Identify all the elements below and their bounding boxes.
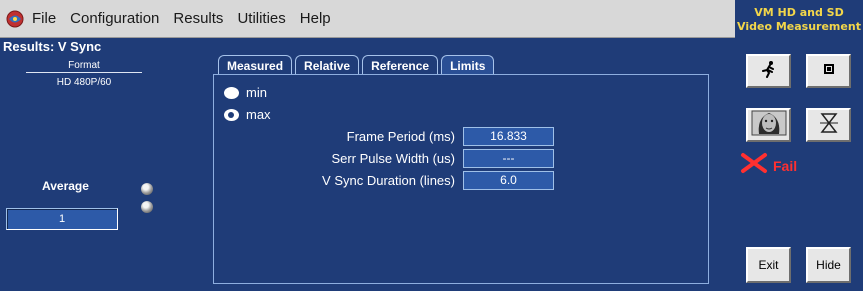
face-image-icon xyxy=(751,110,787,141)
tab-measured[interactable]: Measured xyxy=(218,55,293,75)
limit-option-min[interactable]: min xyxy=(224,85,267,100)
field-row-frame-period: Frame Period (ms) 16.833 xyxy=(214,126,554,146)
field-row-serr-pulse: Serr Pulse Width (us) --- xyxy=(214,148,554,168)
limits-panel: min max Frame Period (ms) 16.833 Serr Pu… xyxy=(213,74,709,284)
average-radio-off[interactable] xyxy=(141,201,153,213)
menu-utilities[interactable]: Utilities xyxy=(230,10,292,27)
tab-relative[interactable]: Relative xyxy=(295,55,360,75)
hourglass-button[interactable] xyxy=(806,108,851,142)
serr-pulse-width-label: Serr Pulse Width (us) xyxy=(331,150,455,166)
limit-option-max[interactable]: max xyxy=(224,107,271,122)
frame-period-value: 16.833 xyxy=(463,126,554,146)
average-label: Average xyxy=(42,179,89,193)
stop-button[interactable] xyxy=(806,54,851,88)
hourglass-icon xyxy=(817,111,841,140)
stop-icon xyxy=(822,62,836,81)
vsync-duration-label: V Sync Duration (lines) xyxy=(322,172,455,188)
menu-results[interactable]: Results xyxy=(166,10,230,27)
exit-button[interactable]: Exit xyxy=(746,247,791,283)
vsync-duration-value: 6.0 xyxy=(463,170,554,190)
app-logo-icon[interactable] xyxy=(4,8,26,30)
menu-help[interactable]: Help xyxy=(293,10,338,27)
app-brand-title: VM HD and SD Video Measurement xyxy=(735,0,863,40)
average-radio-on[interactable] xyxy=(141,183,153,195)
max-radio[interactable] xyxy=(224,108,239,121)
fail-x-icon xyxy=(740,152,768,179)
status-text: Fail xyxy=(773,157,798,174)
average-count-field[interactable]: 1 xyxy=(6,208,118,230)
status-indicator: Fail xyxy=(740,152,797,179)
format-label: Format xyxy=(26,60,142,73)
brand-line-1: VM HD and SD xyxy=(754,6,844,19)
field-row-vsync-duration: V Sync Duration (lines) 6.0 xyxy=(214,170,554,190)
run-button[interactable] xyxy=(746,54,791,88)
max-label: max xyxy=(246,107,271,122)
results-title: Results: V Sync xyxy=(3,39,102,54)
menu-configuration[interactable]: Configuration xyxy=(63,10,166,27)
left-panel: Results: V Sync Format HD 480P/60 Averag… xyxy=(0,38,207,291)
tab-reference[interactable]: Reference xyxy=(362,55,439,75)
min-radio[interactable] xyxy=(224,86,239,99)
right-control-panel: Fail Exit Hide xyxy=(735,40,863,291)
picture-button[interactable] xyxy=(746,108,791,142)
tab-limits[interactable]: Limits xyxy=(441,55,495,75)
hide-button[interactable]: Hide xyxy=(806,247,851,283)
menu-bar: File Configuration Results Utilities Hel… xyxy=(0,0,735,38)
brand-line-2: Video Measurement xyxy=(737,20,861,33)
results-tabs: Measured Relative Reference Limits xyxy=(218,55,497,75)
running-man-icon xyxy=(760,60,778,83)
min-label: min xyxy=(246,85,267,100)
format-value: HD 480P/60 xyxy=(56,77,112,88)
serr-pulse-width-value: --- xyxy=(463,148,554,168)
menu-file[interactable]: File xyxy=(30,10,63,27)
frame-period-label: Frame Period (ms) xyxy=(346,128,455,144)
